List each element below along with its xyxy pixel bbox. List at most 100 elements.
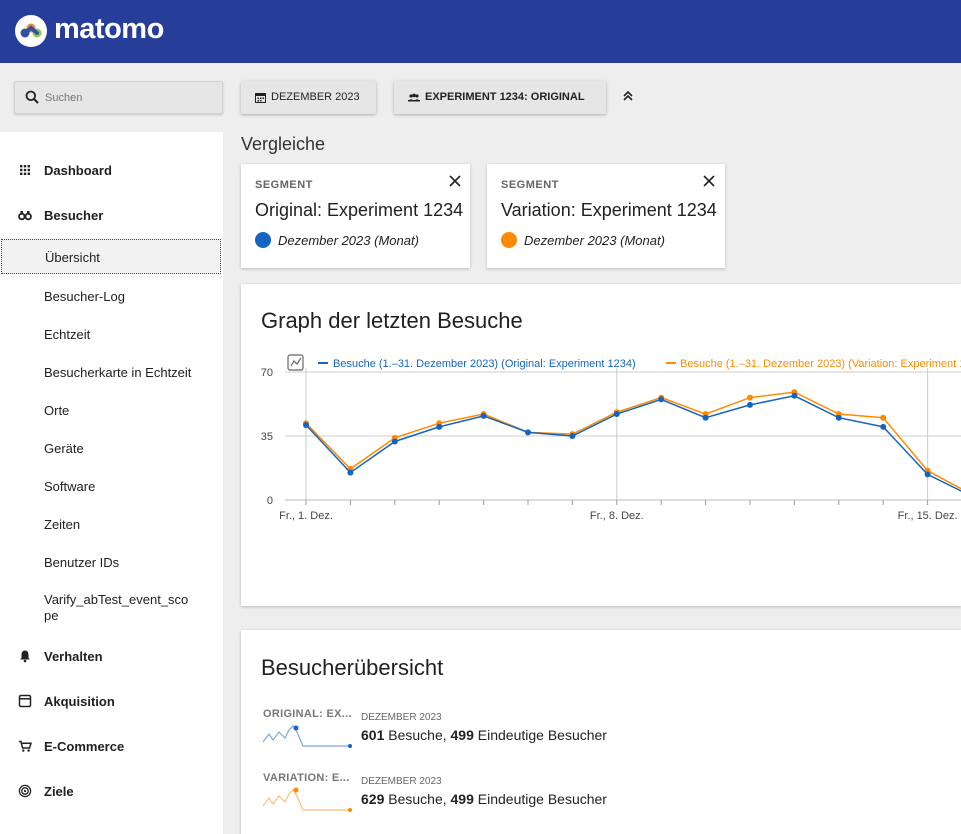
sidebar-item-label: Geräte	[44, 441, 84, 456]
sidebar-item-label: Besucherkarte in Echtzeit	[44, 365, 192, 380]
target-icon	[18, 784, 32, 798]
evolution-chart[interactable]: Besuche (1.–31. Dezember 2023) (Original…	[241, 284, 961, 606]
data-point	[303, 422, 309, 429]
double-chevron-up-icon[interactable]	[620, 88, 636, 104]
data-point	[391, 438, 398, 445]
sparkline-row-variation: VARIATION: E... DEZEMBER 2023 629 Besuch…	[261, 772, 961, 822]
sparkline-label: VARIATION: E...	[263, 772, 350, 784]
period-selector-button[interactable]: DEZEMBER 2023	[241, 81, 376, 114]
sparkline-row-original: ORIGINAL: EX... DEZEMBER 2023 601 Besuch…	[261, 708, 961, 758]
y-tick-label: 35	[261, 431, 273, 443]
x-tick-label: Fr., 1. Dez.	[279, 510, 333, 522]
segment-card-period: Dezember 2023 (Monat)	[278, 233, 419, 248]
compare-title: Vergleiche	[241, 134, 326, 154]
legend-entry-variation[interactable]: Besuche (1.–31. Dezember 2023) (Variatio…	[666, 358, 961, 370]
data-point	[880, 414, 887, 421]
segment-card-original: SEGMENT Original: Experiment 1234 Dezemb…	[241, 164, 470, 268]
data-point	[747, 401, 753, 408]
sidebar-item-label: Übersicht	[45, 250, 100, 265]
data-point	[747, 394, 753, 401]
sidebar-section-verhalten[interactable]: Verhalten	[0, 641, 223, 671]
close-icon[interactable]	[447, 173, 463, 189]
sidebar-section-label: E-Commerce	[44, 739, 125, 754]
sidebar-item-orte[interactable]: Orte	[0, 392, 223, 426]
sidebar-item-label: Benutzer IDs	[44, 555, 120, 570]
sidebar-item-benutzer-ids[interactable]: Benutzer IDs	[0, 544, 223, 578]
graph-card: Graph der letzten Besuche Besuche (1.–31…	[241, 284, 961, 606]
sidebar-section-label: Akquisition	[44, 694, 115, 709]
overview-card: Besucherübersicht ORIGINAL: EX... DEZEMB…	[241, 630, 961, 834]
series-line-variation	[305, 391, 961, 490]
grid-icon	[20, 165, 30, 175]
data-point	[924, 471, 931, 478]
sidebar-section-ecommerce[interactable]: E-Commerce	[0, 731, 223, 761]
data-point	[658, 396, 665, 403]
sidebar-section-besucher[interactable]: Besucher	[0, 200, 223, 230]
segment-card-name: Original: Experiment 1234	[255, 200, 464, 220]
search-box[interactable]	[14, 81, 223, 114]
search-input[interactable]	[45, 89, 215, 107]
data-point	[835, 414, 842, 421]
data-point	[702, 414, 709, 421]
sidebar-item-echtzeit[interactable]: Echtzeit	[0, 316, 223, 350]
data-point	[880, 423, 887, 430]
sidebar-section-label: Besucher	[44, 208, 104, 223]
sparkline-period: DEZEMBER 2023	[361, 712, 442, 723]
sparkline-period: DEZEMBER 2023	[361, 776, 442, 787]
sidebar-item-label: Varify_abTest_event_sco pe	[44, 592, 189, 623]
sidebar-section-ziele[interactable]: Ziele	[0, 776, 223, 806]
sidebar-item-software[interactable]: Software	[0, 468, 223, 502]
data-point	[480, 412, 487, 419]
sparkline-metrics: 601 Besuche, 499 Eindeutige Besucher	[361, 727, 607, 743]
legend-label: Besuche (1.–31. Dezember 2023) (Variatio…	[680, 358, 961, 370]
binoculars-icon	[18, 211, 32, 221]
segment-selector-button[interactable]: EXPERIMENT 1234: ORIGINAL	[394, 81, 606, 114]
users-icon	[408, 93, 420, 102]
sidebar-item-label: Software	[44, 479, 96, 494]
legend-entry-original[interactable]: Besuche (1.–31. Dezember 2023) (Original…	[318, 358, 636, 370]
sidebar-item-label: Echtzeit	[44, 327, 91, 342]
segment-card-name: Variation: Experiment 1234	[501, 200, 717, 220]
sidebar-item-zeiten[interactable]: Zeiten	[0, 506, 223, 540]
top-bar: matomo	[0, 0, 961, 63]
data-point	[569, 433, 576, 439]
series-line-original	[305, 394, 961, 492]
window-icon	[18, 694, 32, 708]
sparkline-original[interactable]	[261, 722, 353, 752]
segment-card-variation: SEGMENT Variation: Experiment 1234 Dezem…	[487, 164, 725, 268]
overview-card-title: Besucherübersicht	[261, 655, 444, 680]
logo-text[interactable]: matomo	[54, 13, 164, 46]
x-tick-label: Fr., 15. Dez.	[898, 510, 958, 522]
close-icon[interactable]	[701, 173, 717, 189]
sidebar-section-akquisition[interactable]: Akquisition	[0, 686, 223, 716]
sparkline-label: ORIGINAL: EX...	[263, 708, 352, 720]
segment-label: EXPERIMENT 1234: ORIGINAL	[425, 91, 585, 103]
sidebar: Dashboard Besucher Übersicht Besucher-Lo…	[0, 132, 223, 834]
chart-type-button[interactable]	[287, 354, 304, 371]
sidebar-section-dashboard[interactable]: Dashboard	[0, 155, 223, 185]
data-point	[791, 392, 798, 399]
series-color-dot	[255, 232, 271, 248]
calendar-icon	[255, 93, 266, 103]
sparkline-variation[interactable]	[261, 786, 353, 816]
y-tick-label: 0	[267, 495, 273, 507]
sidebar-section-label: Ziele	[44, 784, 74, 799]
data-point	[613, 411, 620, 418]
sidebar-item-varify[interactable]: Varify_abTest_event_sco pe	[0, 592, 223, 626]
sidebar-section-label: Verhalten	[44, 649, 103, 664]
bell-icon	[20, 650, 30, 663]
sidebar-item-label: Zeiten	[44, 517, 81, 532]
sidebar-item-besucherkarte[interactable]: Besucherkarte in Echtzeit	[0, 354, 223, 388]
sidebar-item-besucher-log[interactable]: Besucher-Log	[0, 278, 223, 312]
matomo-logo-icon[interactable]	[15, 15, 47, 47]
sidebar-item-geraete[interactable]: Geräte	[0, 430, 223, 464]
y-tick-label: 70	[261, 367, 273, 379]
search-icon	[25, 90, 39, 104]
data-point	[525, 429, 531, 436]
sidebar-item-uebersicht[interactable]: Übersicht	[1, 239, 221, 274]
cart-icon	[18, 740, 32, 752]
data-point	[436, 423, 443, 430]
segment-card-period: Dezember 2023 (Monat)	[524, 233, 665, 248]
segment-card-label: SEGMENT	[255, 179, 313, 191]
legend-label: Besuche (1.–31. Dezember 2023) (Original…	[333, 358, 636, 370]
